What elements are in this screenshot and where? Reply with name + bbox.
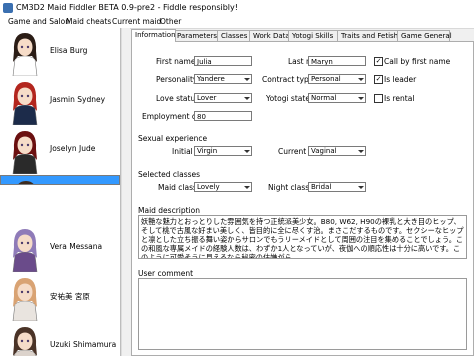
initial-value: Virgin <box>197 147 218 155</box>
maid-portrait <box>12 278 38 321</box>
first-name-field[interactable]: Julia <box>194 56 252 66</box>
maid-class-label: Maid class <box>158 183 197 192</box>
employment-day-field[interactable]: 80 <box>194 111 252 121</box>
maid-portrait <box>12 82 38 125</box>
maid-name: 安祐美 宮原 <box>50 292 90 301</box>
maid-name: Elisa Burg <box>50 46 88 55</box>
chevron-down-icon <box>358 78 364 81</box>
initial-select[interactable]: Virgin <box>194 146 252 156</box>
menu-current-maid[interactable]: Current maid <box>112 17 161 26</box>
chevron-down-icon <box>358 97 364 100</box>
title-bar: CM3D2 Maid Fiddler BETA 0.9-pre2 - Fiddl… <box>0 0 474 17</box>
tab-parameters[interactable]: Parameters <box>173 30 219 41</box>
love-status-label: Love status <box>156 94 200 103</box>
maid-portrait <box>18 181 34 184</box>
is-leader-label: Is leader <box>384 75 417 84</box>
is-leader-checkbox[interactable]: ✓ <box>374 75 383 84</box>
yotogi-state-value: Normal <box>311 94 337 102</box>
maid-portrait <box>12 33 38 76</box>
maid-list-item[interactable]: 安祐美 宮原 <box>0 273 120 322</box>
chevron-down-icon <box>244 97 250 100</box>
maid-name: Uzuki Shimamura <box>50 340 117 349</box>
current-select[interactable]: Vaginal <box>308 146 366 156</box>
chevron-down-icon <box>358 186 364 189</box>
maid-list-item[interactable]: Julia Maryn <box>0 175 120 185</box>
maid-name: Vera Messana <box>50 242 103 251</box>
maid-list-item[interactable]: Joselyn Jude <box>0 126 120 175</box>
tab-classes[interactable]: Classes <box>217 30 251 41</box>
maid-list: Elisa Burg Jasmin Sydney Joselyn Jude Julia… <box>0 28 121 356</box>
love-status-value: Lover <box>197 94 217 102</box>
tab-yotogi-skills[interactable]: Yotogi Skills <box>288 30 339 41</box>
maid-portrait <box>12 131 38 174</box>
menu-other[interactable]: Other <box>160 17 181 26</box>
chevron-down-icon <box>244 78 250 81</box>
maid-list-item[interactable]: Vera Messana <box>0 224 120 273</box>
window-title: CM3D2 Maid Fiddler BETA 0.9-pre2 - Fiddl… <box>16 3 238 12</box>
personality-value: Yandere <box>197 75 225 83</box>
personality-label: Personality <box>156 75 198 84</box>
maid-list-item[interactable]: Elisa Burg <box>0 28 120 77</box>
maid-description-label: Maid description <box>138 206 200 215</box>
is-rental-label: Is rental <box>384 94 415 103</box>
maid-name: Joselyn Jude <box>50 144 96 153</box>
maid-name: Jasmin Sydney <box>50 95 106 104</box>
app-icon <box>3 3 13 13</box>
maid-description-textarea[interactable]: 妖艶な魅力とおっとりした雰囲気を持つ正統派美少女。B80, W62, H90の裸… <box>138 215 467 259</box>
chevron-down-icon <box>244 150 250 153</box>
chevron-down-icon <box>358 150 364 153</box>
current-value: Vaginal <box>311 147 337 155</box>
menu-game-and-salon[interactable]: Game and Salon <box>8 17 70 26</box>
user-comment-label: User comment <box>138 269 194 278</box>
maid-list-item[interactable]: Jasmin Sydney <box>0 77 120 126</box>
initial-label: Initial <box>172 147 193 156</box>
maid-list-item[interactable]: Uzuki Shimamura <box>0 322 120 356</box>
maid-portrait <box>12 229 38 272</box>
information-panel: First name Julia Last name Maryn ✓ Call … <box>131 41 474 356</box>
user-comment-textarea[interactable] <box>138 278 467 350</box>
maid-class-select[interactable]: Lovely <box>194 182 252 192</box>
night-class-value: Bridal <box>311 183 332 191</box>
current-label: Current <box>278 147 307 156</box>
personality-select[interactable]: Yandere <box>194 74 252 84</box>
yotogi-state-select[interactable]: Normal <box>308 93 366 103</box>
chevron-down-icon <box>244 186 250 189</box>
contract-type-select[interactable]: Personal <box>308 74 366 84</box>
first-name-label: First name <box>156 57 196 66</box>
yotogi-state-label: Yotogi state <box>266 94 310 103</box>
contract-type-value: Personal <box>311 75 341 83</box>
call-by-first-name-checkbox[interactable]: ✓ <box>374 57 383 66</box>
maid-class-value: Lovely <box>197 183 220 191</box>
selected-classes-group-label: Selected classes <box>138 170 201 179</box>
tab-game-general[interactable]: Game General <box>397 30 452 41</box>
is-rental-checkbox[interactable] <box>374 94 383 103</box>
tab-information[interactable]: Information <box>131 29 176 42</box>
tab-work-data[interactable]: Work Data <box>249 30 290 41</box>
menu-maid-cheats[interactable]: Maid cheats <box>66 17 111 26</box>
tab-traits-and-fetishes[interactable]: Traits and Fetishes <box>337 30 406 41</box>
last-name-field[interactable]: Maryn <box>308 56 366 66</box>
contract-type-label: Contract type <box>262 75 314 84</box>
night-class-label: Night class <box>268 183 310 192</box>
maid-portrait <box>13 327 37 356</box>
night-class-select[interactable]: Bridal <box>308 182 366 192</box>
call-by-first-name-label: Call by first name <box>384 57 451 66</box>
maid-list-scrollbar[interactable] <box>121 28 130 356</box>
sexual-experience-group-label: Sexual experience <box>138 134 208 143</box>
love-status-select[interactable]: Lover <box>194 93 252 103</box>
